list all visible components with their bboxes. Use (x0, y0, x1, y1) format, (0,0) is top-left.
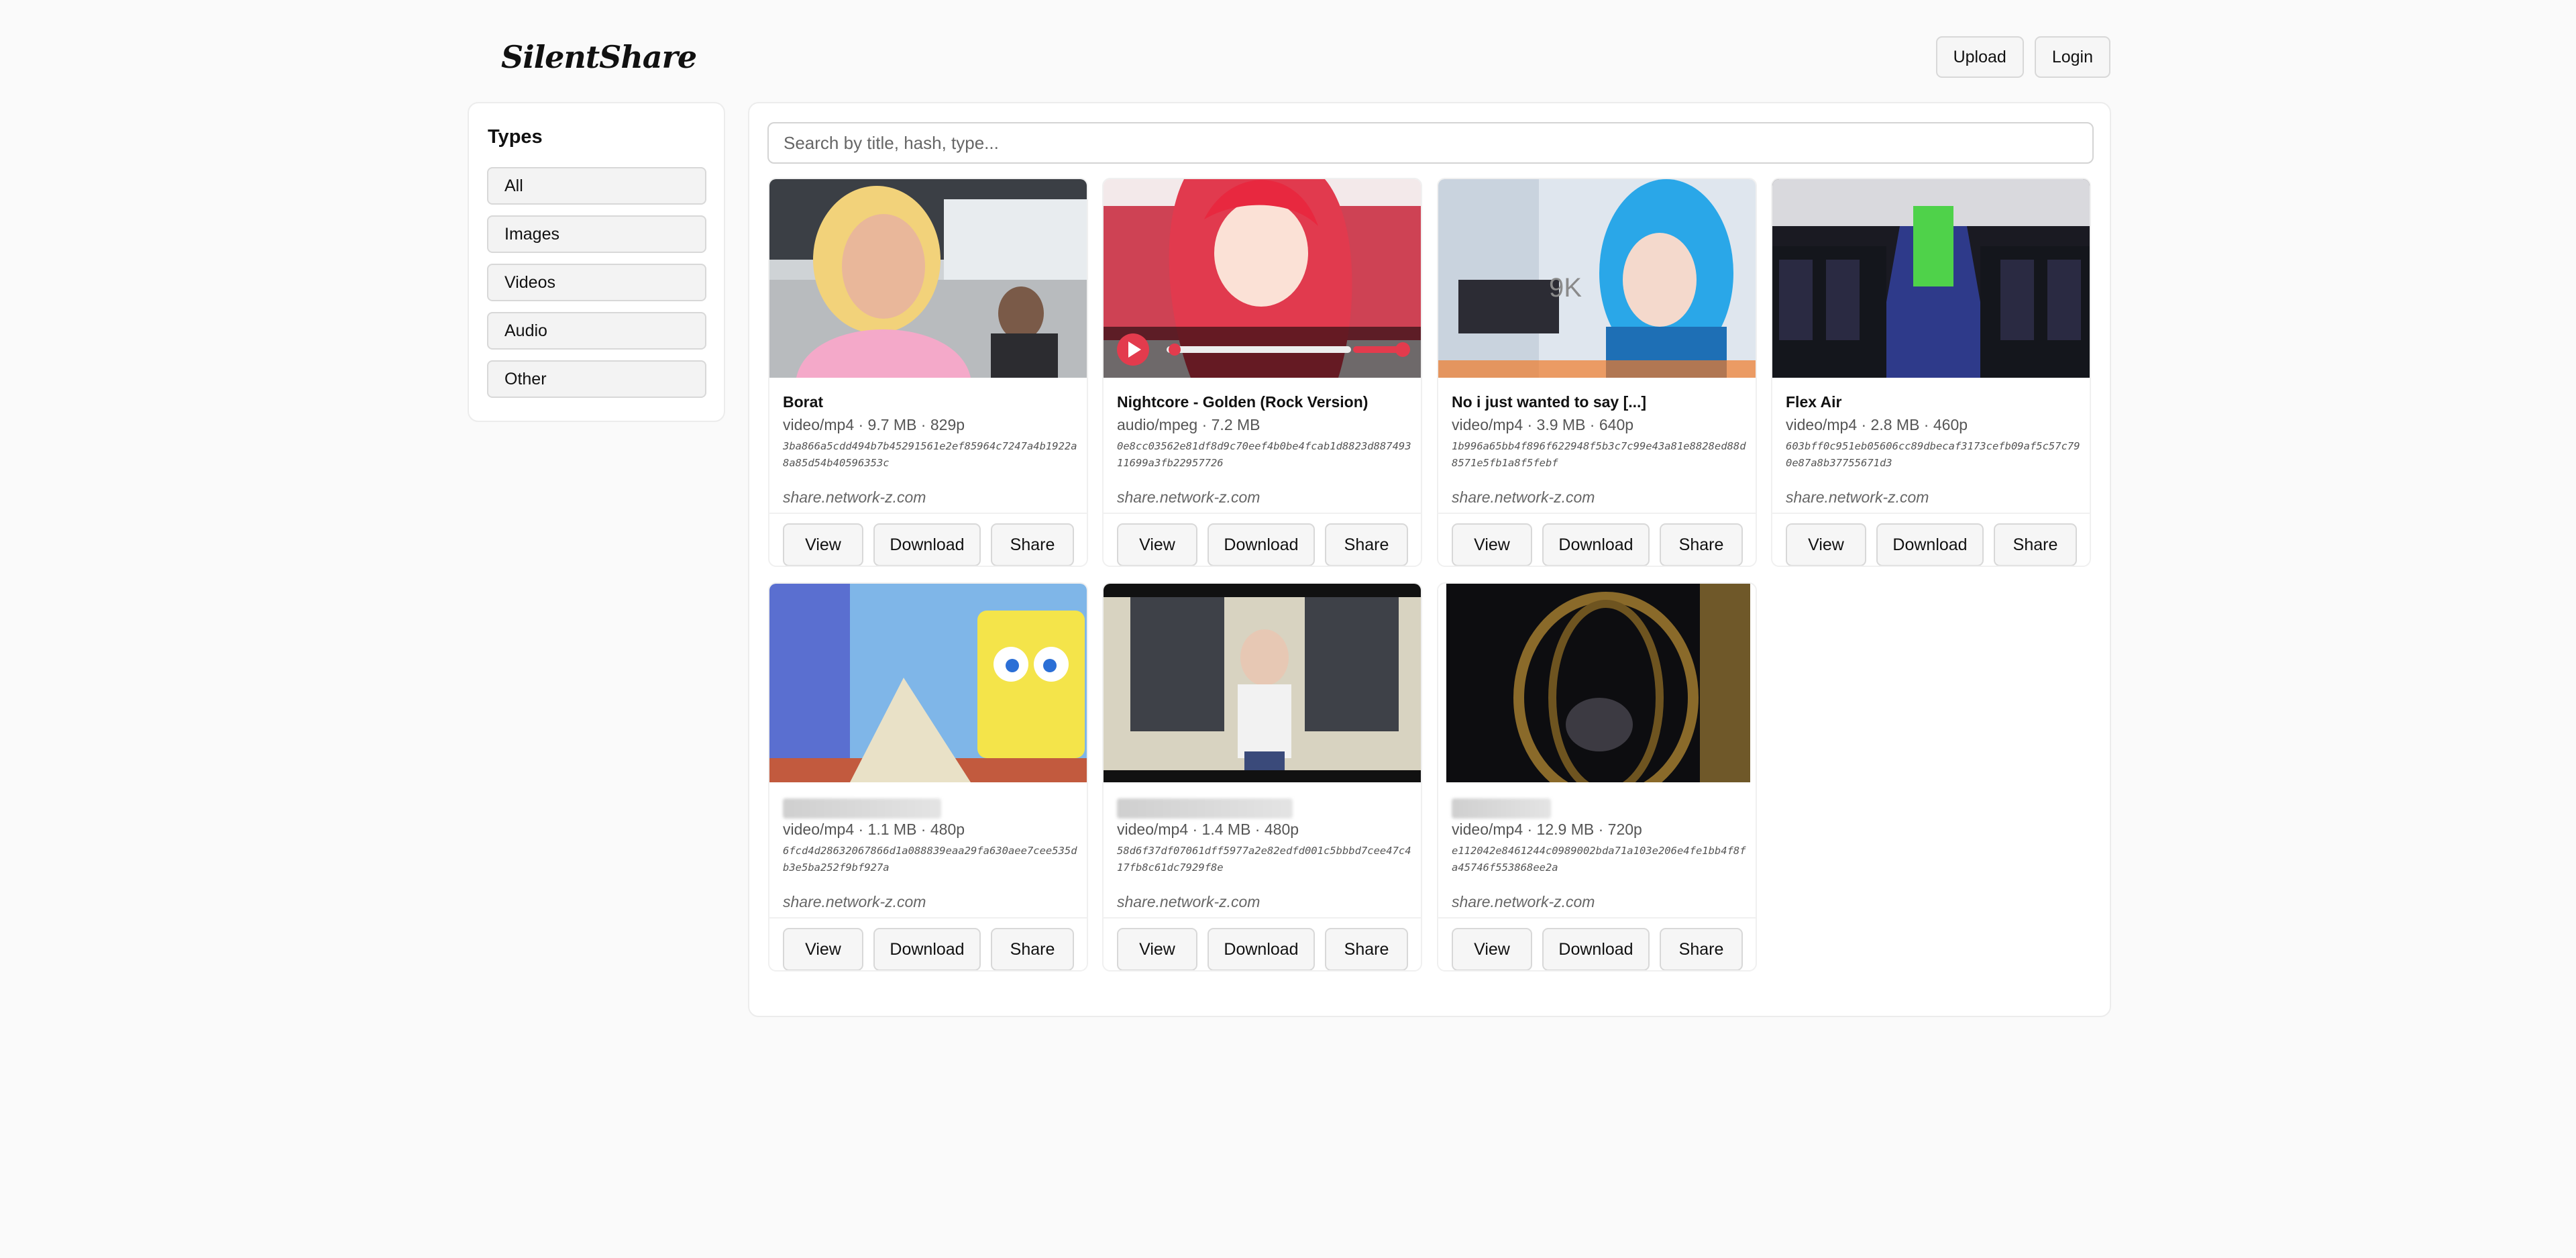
divider (1104, 513, 1421, 514)
card-host: share.network-z.com (783, 893, 926, 910)
divider (769, 917, 1087, 919)
download-button[interactable]: Download (873, 928, 981, 970)
view-button[interactable]: View (783, 523, 863, 566)
download-button[interactable]: Download (1208, 928, 1315, 970)
card-meta: video/mp4 · 1.4 MB · 480p (1117, 821, 1299, 838)
card-actions: View Download Share (1786, 523, 2077, 566)
download-button[interactable]: Download (1208, 523, 1315, 566)
card-actions: View Download Share (1452, 523, 1743, 566)
car-scene-thumbnail[interactable] (769, 179, 1087, 378)
type-filter-images[interactable]: Images (487, 215, 706, 253)
divider (1772, 513, 2090, 514)
type-filter-all[interactable]: All (487, 167, 706, 205)
view-button[interactable]: View (1786, 523, 1866, 566)
share-button[interactable]: Share (991, 928, 1074, 970)
card-hash: 58d6f37df07061dff5977a2e82edfd001c5bbbd7… (1117, 845, 1411, 874)
blurred-title (1452, 798, 1551, 819)
card-actions: View Download Share (1117, 523, 1408, 566)
view-button[interactable]: View (1117, 523, 1197, 566)
view-button[interactable]: View (1452, 523, 1532, 566)
media-card: video/mp4 · 1.4 MB · 480p 58d6f37df07061… (1102, 582, 1422, 972)
media-card: Flex Air video/mp4 · 2.8 MB · 460p 603bf… (1771, 178, 2091, 567)
media-card: video/mp4 · 12.9 MB · 720p e112042e84612… (1437, 582, 1757, 972)
card-host: share.network-z.com (1117, 893, 1260, 910)
media-card: 9K No i just wanted to say [...] video/m… (1437, 178, 1757, 567)
anime-girl-audio-thumbnail[interactable] (1104, 179, 1421, 378)
card-meta: video/mp4 · 3.9 MB · 640p (1452, 416, 1634, 433)
type-filter-other[interactable]: Other (487, 360, 706, 398)
airplane-cabin-thumbnail[interactable] (1772, 179, 2090, 378)
share-button[interactable]: Share (1660, 928, 1743, 970)
card-meta: video/mp4 · 2.8 MB · 460p (1786, 416, 1968, 433)
card-hash: 603bff0c951eb05606cc89dbecaf3173cefb09af… (1786, 440, 2080, 469)
card-host: share.network-z.com (1786, 488, 1929, 506)
card-meta: audio/mpeg · 7.2 MB (1117, 416, 1260, 433)
download-button[interactable]: Download (1876, 523, 1984, 566)
brand-logo[interactable]: SilentShare (501, 39, 697, 75)
media-gallery: Borat video/mp4 · 9.7 MB · 829p 3ba866a5… (748, 102, 2111, 1017)
card-hash: 1b996a65bb4f896f622948f5b3c7c99e43a81e88… (1452, 440, 1746, 469)
download-button[interactable]: Download (1542, 523, 1650, 566)
card-title[interactable]: No i just wanted to say [...] (1452, 393, 1646, 411)
blurred-title (783, 798, 941, 819)
card-title[interactable]: Nightcore - Golden (Rock Version) (1117, 393, 1368, 411)
card-hash: 6fcd4d28632067866d1a088839eaa29fa630aee7… (783, 845, 1077, 874)
view-button[interactable]: View (1117, 928, 1197, 970)
card-actions: View Download Share (1117, 928, 1408, 970)
download-button[interactable]: Download (873, 523, 981, 566)
view-button[interactable]: View (1452, 928, 1532, 970)
card-host: share.network-z.com (1452, 488, 1595, 506)
header: SilentShare Upload Login (470, 35, 2110, 79)
card-actions: View Download Share (1452, 928, 1743, 970)
media-card: Nightcore - Golden (Rock Version) audio/… (1102, 178, 1422, 567)
divider (1438, 513, 1756, 514)
anime-old-man-thumbnail[interactable] (1104, 584, 1421, 782)
search-input[interactable] (767, 122, 2094, 164)
type-filter-audio[interactable]: Audio (487, 312, 706, 350)
share-button[interactable]: Share (1325, 928, 1408, 970)
share-button[interactable]: Share (1325, 523, 1408, 566)
download-button[interactable]: Download (1542, 928, 1650, 970)
spongebob-thumbnail[interactable] (769, 584, 1087, 782)
blurred-title (1117, 798, 1293, 819)
card-title[interactable]: Borat (783, 393, 823, 411)
card-host: share.network-z.com (1452, 893, 1595, 910)
card-meta: video/mp4 · 1.1 MB · 480p (783, 821, 965, 838)
header-actions: Upload Login (1935, 36, 2110, 78)
card-hash: e112042e8461244c0989002bda71a103e206e4fe… (1452, 845, 1746, 874)
card-actions: View Download Share (783, 928, 1074, 970)
upload-button[interactable]: Upload (1935, 36, 2024, 78)
types-sidebar: Types All Images Videos Audio Other (468, 102, 725, 422)
share-button[interactable]: Share (1994, 523, 2077, 566)
dark-cage-thumbnail[interactable] (1438, 584, 1756, 782)
media-card: Borat video/mp4 · 9.7 MB · 829p 3ba866a5… (768, 178, 1088, 567)
card-host: share.network-z.com (783, 488, 926, 506)
card-hash: 0e8cc03562e81df8d9c70eef4b0be4fcab1d8823… (1117, 440, 1411, 469)
divider (1438, 917, 1756, 919)
login-button[interactable]: Login (2034, 36, 2110, 78)
blue-hair-streamer-thumbnail[interactable]: 9K (1438, 179, 1756, 378)
view-button[interactable]: View (783, 928, 863, 970)
card-title[interactable]: Flex Air (1786, 393, 1842, 411)
card-meta: video/mp4 · 12.9 MB · 720p (1452, 821, 1642, 838)
divider (769, 513, 1087, 514)
card-hash: 3ba866a5cdd494b7b45291561e2ef85964c7247a… (783, 440, 1077, 469)
thumbnail-overlay-text: 9K (1549, 273, 1582, 303)
card-host: share.network-z.com (1117, 488, 1260, 506)
card-actions: View Download Share (783, 523, 1074, 566)
sidebar-title: Types (488, 126, 543, 148)
type-filter-videos[interactable]: Videos (487, 264, 706, 301)
share-button[interactable]: Share (1660, 523, 1743, 566)
card-meta: video/mp4 · 9.7 MB · 829p (783, 416, 965, 433)
divider (1104, 917, 1421, 919)
media-card: video/mp4 · 1.1 MB · 480p 6fcd4d28632067… (768, 582, 1088, 972)
share-button[interactable]: Share (991, 523, 1074, 566)
